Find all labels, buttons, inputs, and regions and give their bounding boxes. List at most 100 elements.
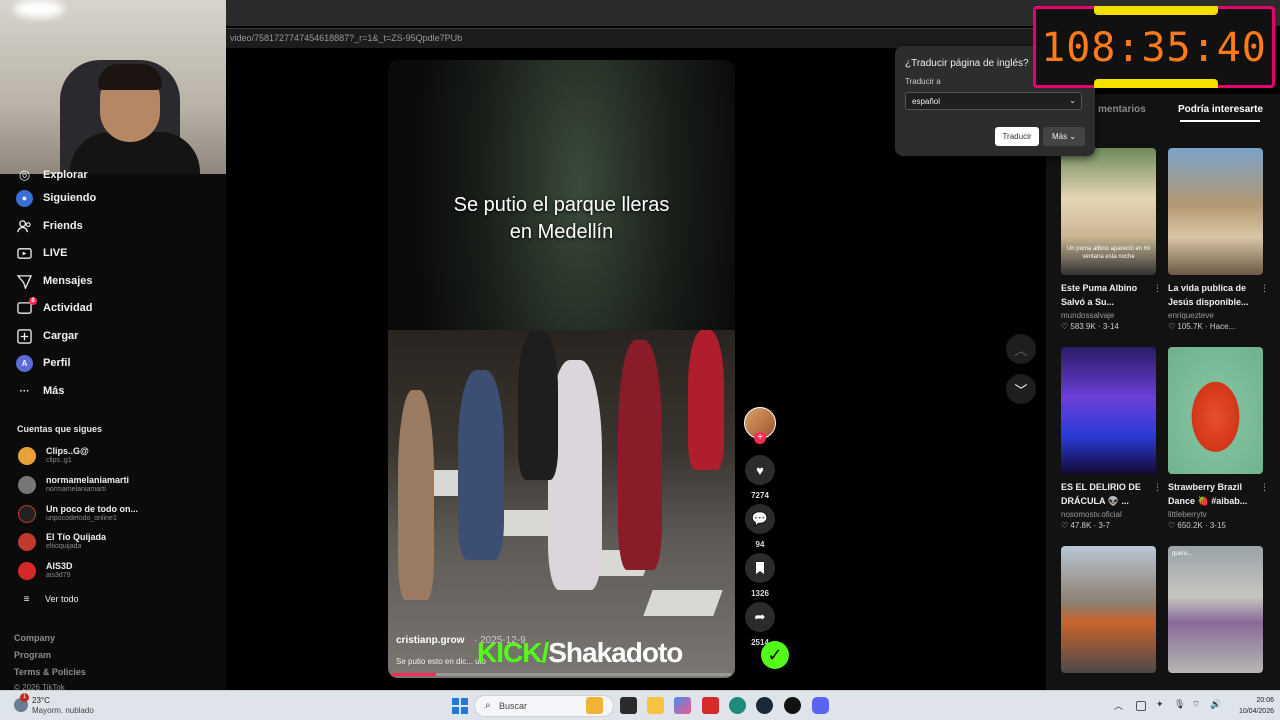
comment-icon: 💬 [745,504,775,534]
more-options-icon[interactable]: ⋮ [1153,482,1162,493]
comment-button[interactable]: 💬 94 [744,504,776,549]
language-select[interactable]: español ⌄ [905,92,1082,110]
video-player[interactable]: Se putio el parque lleras en Medellín cr… [388,60,735,678]
webcam-overlay [0,0,226,174]
sidebar-item-live[interactable]: LIVE [16,242,67,264]
more-icon: ··· [19,385,30,397]
taskbar-clock[interactable]: 20:06 10/04/2026 [1226,695,1274,717]
following-section-title: Cuentas que sigues [17,424,103,434]
translate-button[interactable]: Traducir [995,127,1039,146]
more-options-icon[interactable]: ⋮ [1153,283,1162,294]
sidebar-item-cargar[interactable]: Cargar [16,325,78,347]
right-panel: mentarios Podría interesarte Un puma alb… [1046,94,1280,690]
sidebar-item-label: Actividad [43,302,93,314]
card-author[interactable]: littleberrytv [1168,510,1263,519]
following-item[interactable]: normamelaniamarti normamelaniamarti [18,474,208,498]
save-count: 1326 [751,589,769,598]
obs-icon[interactable] [784,697,801,714]
card-title: Strawberry Brazil Dance 🍓 #aibab... [1168,482,1248,506]
avatar [18,505,36,523]
sidebar-item-mas[interactable]: ··· Más [16,380,65,402]
sidebar-nav: ◎ Explorar ● Siguiendo Friends LIVE Mens… [0,167,226,692]
video-author[interactable]: cristianp.grow [396,635,464,646]
card-author[interactable]: mundossalvaje [1061,311,1156,320]
following-name: El Tío Quijada [46,532,107,542]
weather-description: Mayorm. nublado [32,706,94,715]
following-handle: normamelaniamarti [46,486,106,493]
share-icon: ➦ [745,602,775,632]
recommended-video-card[interactable]: La vida publica de Jesús disponible... e… [1168,148,1269,331]
like-button[interactable]: ♥ 7274 [744,455,776,500]
sidebar-item-friends[interactable]: Friends [16,215,83,237]
video-thumbnail: quero... [1168,546,1263,673]
see-all-link[interactable]: ≡ Ver todo [18,588,79,610]
sidebar-item-explorar[interactable]: ◎ Explorar [16,164,88,186]
task-view-icon[interactable] [620,697,637,714]
following-item[interactable]: El Tío Quijada eltioquijada [18,531,208,555]
address-bar[interactable]: video/7581727747454618887?_r=1&_t=ZS-95Q… [226,28,1046,48]
more-options-button[interactable]: Más ⌄ [1043,127,1085,146]
friends-icon [16,218,33,235]
tab-podria-interesarte[interactable]: Podría interesarte [1178,104,1263,115]
tray-app-icon[interactable] [1136,701,1146,711]
edge-icon[interactable] [729,697,746,714]
sidebar-item-label: Explorar [43,169,88,181]
sidebar-item-label: Cargar [43,330,79,342]
save-button[interactable]: 1326 [744,553,776,598]
previous-video-button[interactable]: ︿ [1006,334,1036,364]
footer-link-program[interactable]: Program [14,650,51,660]
recommended-video-card[interactable] [1061,546,1156,673]
taskbar-app-icon[interactable] [586,697,603,714]
sidebar-item-actividad[interactable]: 8 Actividad [16,296,93,319]
following-item[interactable]: Un poco de todo on... unpocodetodo_onlin… [18,503,208,527]
chevron-down-icon: ⌄ [1069,132,1077,141]
video-scene [388,330,735,678]
wifi-icon[interactable]: ⌔ [1192,699,1200,710]
steam-icon[interactable] [756,697,773,714]
recommended-video-card[interactable]: Un puma albino apareció en mi ventana es… [1061,148,1162,331]
tray-app-icon[interactable]: ✦ [1156,699,1164,710]
card-author[interactable]: enriqueztevе [1168,311,1263,320]
card-author[interactable]: nosomostv.oficial [1061,510,1156,519]
tray-chevron-up-icon[interactable]: ︿ [1114,699,1123,712]
chevron-down-icon: ⌄ [1069,96,1076,105]
translate-to-label: Traducir a [905,77,941,86]
video-progress-bar[interactable] [392,673,731,676]
share-button[interactable]: ➦ 2514 [744,602,776,647]
weather-widget[interactable]: 1 23°C Mayorm. nublado [14,693,124,717]
recommended-video-card[interactable]: quero... [1168,546,1263,673]
next-video-button[interactable]: ﹀ [1006,374,1036,404]
sidebar-item-siguiendo[interactable]: ● Siguiendo [16,187,96,209]
following-item[interactable]: Clips..G@ clips..g1 [18,445,208,469]
follow-plus-icon[interactable]: + [754,432,766,444]
card-title: La vida publica de Jesús disponible... [1168,283,1249,307]
following-name: AIS3D [46,561,73,571]
activity-icon: 8 [16,296,37,317]
active-tab-indicator [1180,120,1260,122]
start-button[interactable] [452,698,468,714]
recommended-video-card[interactable]: Strawberry Brazil Dance 🍓 #aibab... litt… [1168,347,1269,530]
like-count: 7274 [751,491,769,500]
following-item[interactable]: AIS3D ais3d79 [18,560,208,584]
wps-icon[interactable] [702,697,719,714]
kick-watermark: KICK/Shakadoto [477,637,683,669]
volume-icon[interactable]: 🔊 [1210,699,1221,710]
recommended-video-card[interactable]: ES EL DELIRIO DE DRÁCULA 👽 ... nosomostv… [1061,347,1162,530]
card-stats: ♡ 105.7K · Hace... [1168,322,1236,331]
search-label: Buscar [499,701,528,711]
footer-link-terms[interactable]: Terms & Policies [14,667,86,677]
copilot-icon[interactable] [674,697,691,714]
discord-icon[interactable] [812,697,829,714]
sidebar-item-perfil[interactable]: A Perfil [16,352,71,374]
tab-comentarios[interactable]: mentarios [1098,104,1146,115]
microphone-icon[interactable]: 🎙 [1174,699,1185,710]
file-explorer-icon[interactable] [647,697,664,714]
more-options-icon[interactable]: ⋮ [1260,482,1269,493]
sidebar-item-mensajes[interactable]: Mensajes [16,270,93,292]
video-description: Se putio esto en dic... ulo [396,657,486,666]
footer-link-company[interactable]: Company [14,633,55,643]
address-bar-url[interactable]: video/7581727747454618887?_r=1&_t=ZS-95Q… [230,33,462,43]
more-options-icon[interactable]: ⋮ [1260,283,1269,294]
language-select-value: español [912,97,941,106]
sidebar-item-label: Perfil [43,357,71,369]
